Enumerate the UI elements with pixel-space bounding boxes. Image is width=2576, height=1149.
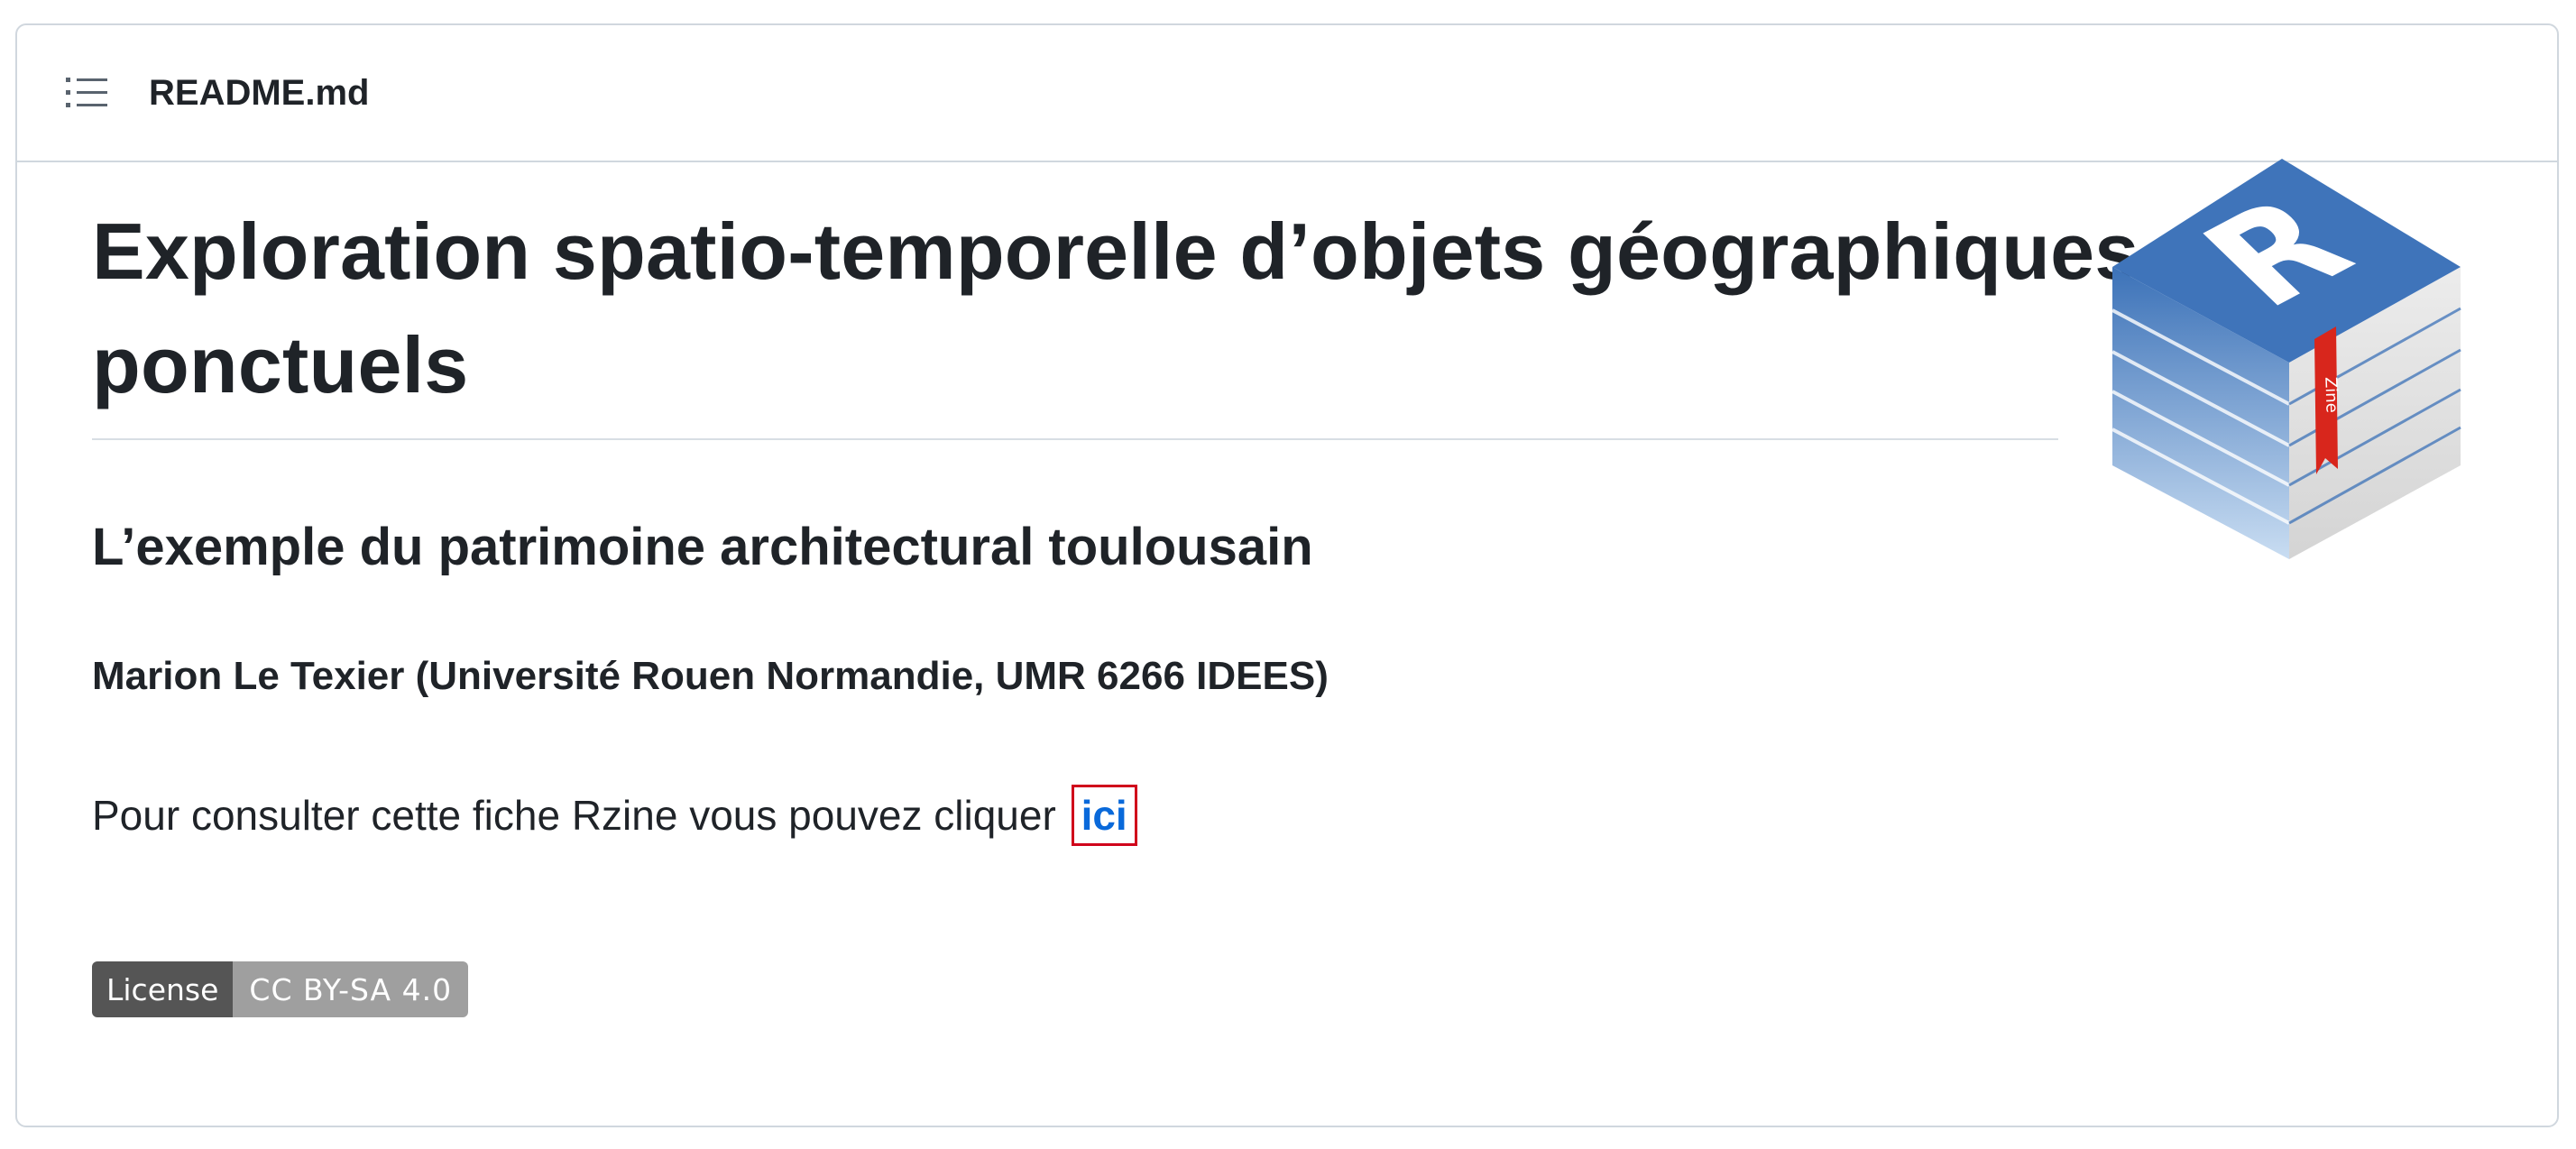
readme-filename: README.md: [149, 72, 370, 113]
license-badge-value: CC BY-SA 4.0: [233, 961, 469, 1017]
svg-text:Zine: Zine: [2321, 377, 2341, 414]
author-line: Marion Le Texier (Université Rouen Norma…: [92, 654, 1329, 698]
ici-link[interactable]: ici: [1071, 785, 1137, 846]
rzine-logo-icon: R Zine: [2111, 159, 2461, 559]
consult-text: Pour consulter cette fiche Rzine vous po…: [92, 792, 1056, 839]
list-unordered-icon[interactable]: [66, 75, 107, 111]
license-badge-label: License: [92, 961, 234, 1017]
page-subtitle: L’exemple du patrimoine architectural to…: [92, 518, 1313, 576]
title-divider: [92, 438, 2058, 440]
consult-paragraph: Pour consulter cette fiche Rzine vous po…: [92, 785, 1137, 846]
readme-header: README.md: [17, 25, 2557, 162]
license-badge[interactable]: License CC BY-SA 4.0: [92, 961, 469, 1017]
